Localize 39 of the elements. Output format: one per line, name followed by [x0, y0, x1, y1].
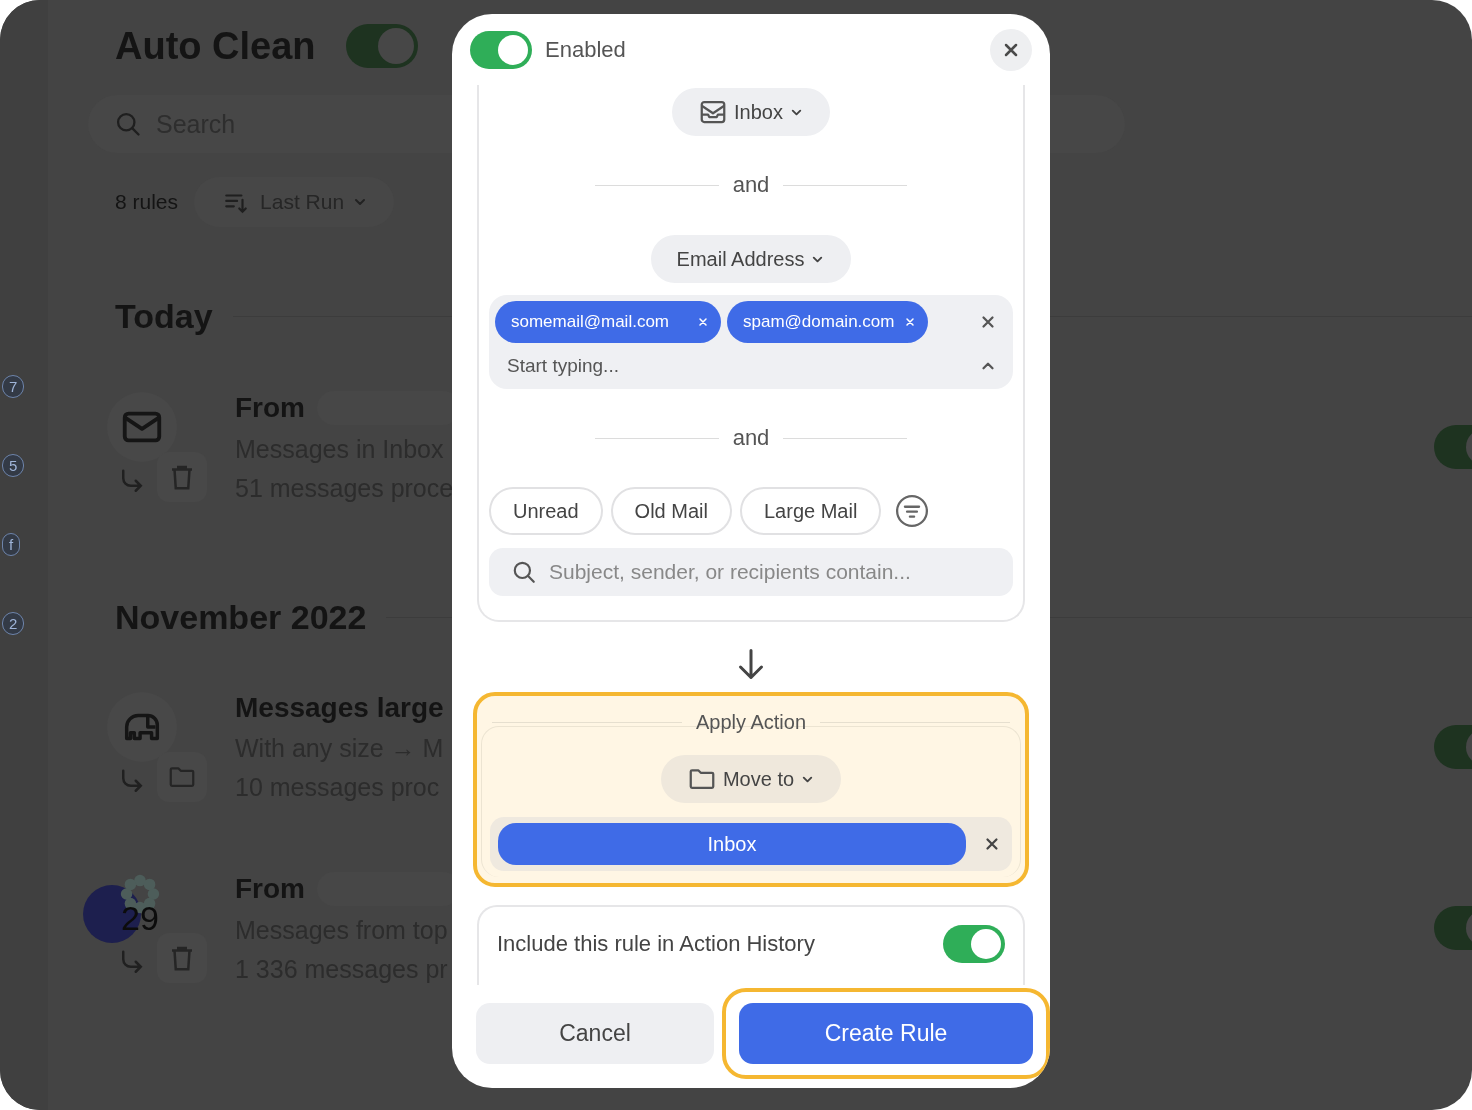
email-chip[interactable]: spam@domain.com [727, 301, 929, 343]
history-label: Include this rule in Action History [497, 931, 815, 957]
filter-chip[interactable]: Unread [489, 487, 603, 535]
close-icon [983, 835, 1001, 853]
remove-icon [904, 316, 917, 328]
dropdown-button[interactable]: Move to [660, 755, 842, 803]
separator-label: and [732, 425, 770, 451]
trash-icon [157, 452, 207, 502]
trash-icon [157, 933, 207, 983]
search-field[interactable]: Subject, sender, or recipients contain... [489, 548, 1013, 596]
search-input[interactable]: Subject, sender, or recipients contain... [549, 560, 1013, 584]
target-folder-button[interactable]: Inbox [498, 823, 967, 865]
filter-button[interactable] [895, 494, 930, 528]
filter-chip[interactable]: Large Mail [739, 487, 882, 535]
tag-input-field[interactable]: somemail@mail.com spam@domain.com Start typing... [489, 295, 1013, 389]
dropdown-button[interactable]: Email Address [650, 235, 852, 283]
clear-icon [979, 313, 997, 331]
count-badge: 5 [2, 454, 25, 477]
count-badge: f [2, 533, 21, 556]
toggle-switch[interactable] [470, 30, 532, 69]
remove-icon [697, 316, 709, 328]
date-number: 29 [121, 899, 159, 938]
folder-icon [157, 752, 207, 802]
create-button[interactable]: Create Rule [739, 1003, 1033, 1064]
email-chip[interactable]: somemail@mail.com [495, 301, 721, 343]
count-badge: 7 [2, 375, 25, 398]
cancel-button[interactable]: Cancel [476, 1003, 714, 1064]
toggle-switch[interactable] [943, 925, 1005, 963]
section-label: Apply Action [695, 710, 807, 734]
separator-label: and [732, 172, 770, 198]
filter-icon [895, 494, 930, 528]
search-icon [511, 559, 537, 585]
filter-chip[interactable]: Old Mail [610, 487, 732, 535]
toggle-switch[interactable] [345, 24, 418, 68]
search-icon [114, 110, 142, 138]
count-badge: 2 [2, 612, 25, 635]
close-button[interactable] [990, 28, 1032, 71]
dropdown-button[interactable]: Inbox [672, 88, 830, 136]
enabled-label: Enabled [545, 36, 626, 63]
